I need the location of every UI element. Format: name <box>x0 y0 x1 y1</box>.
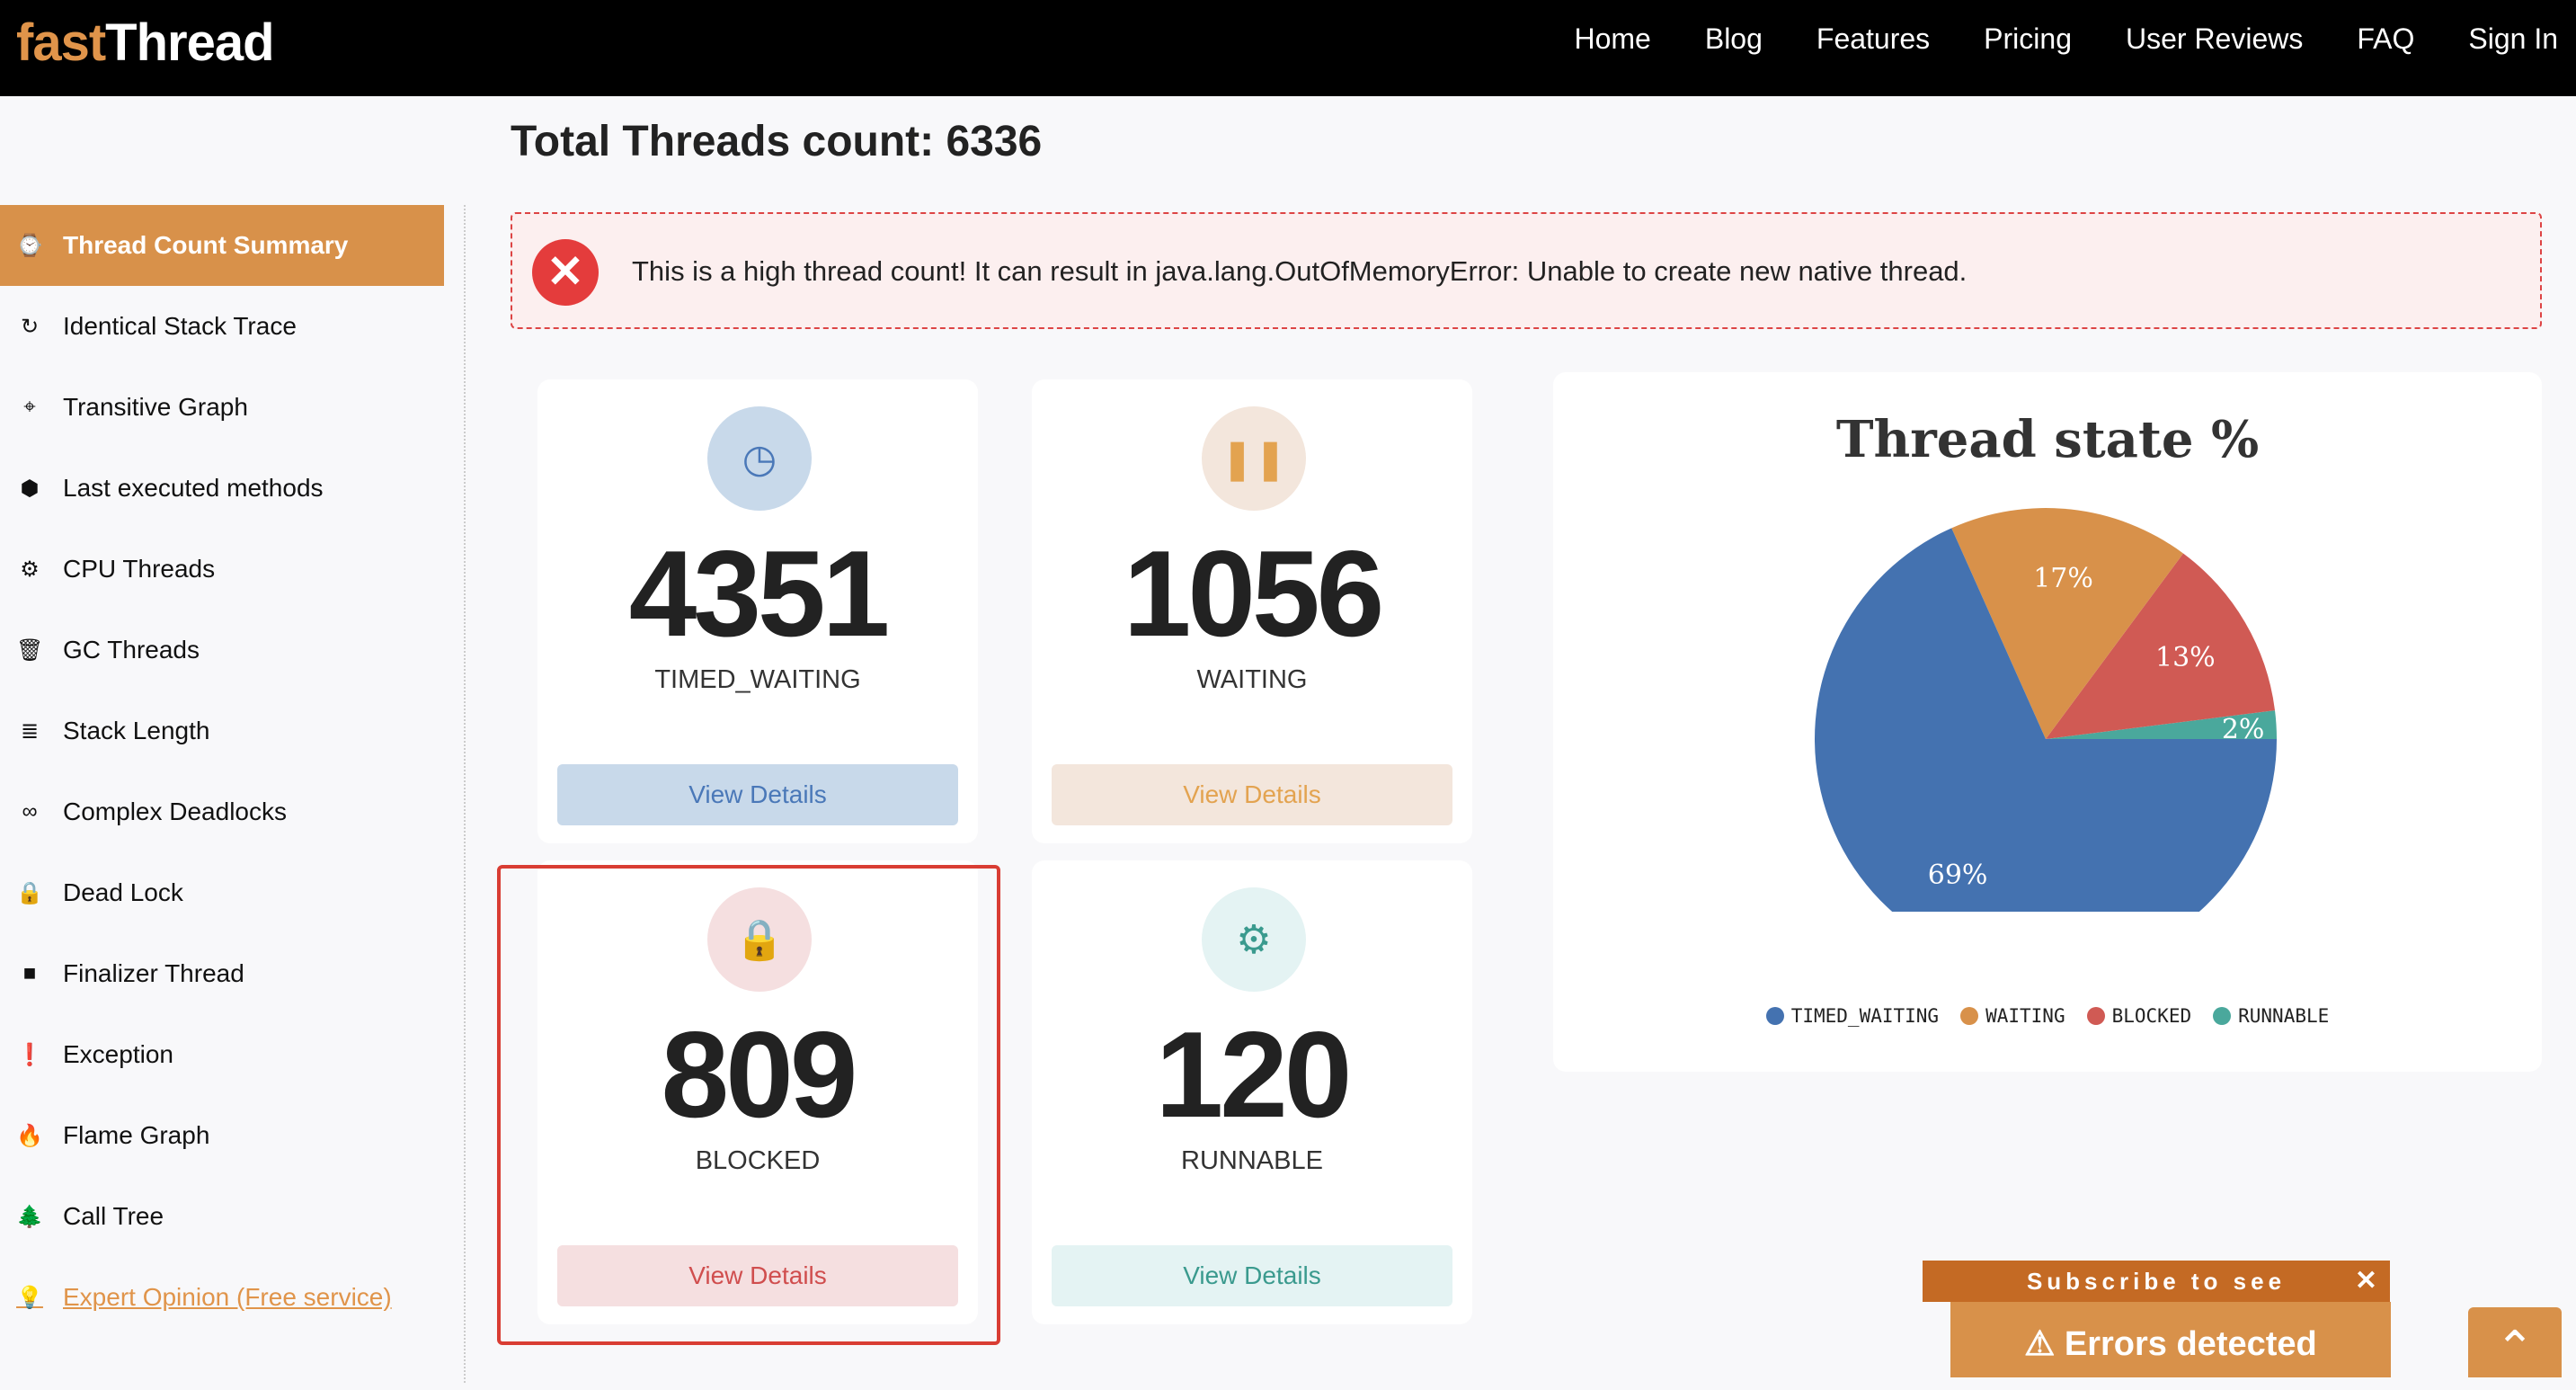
legend-label: BLOCKED <box>2111 1005 2192 1027</box>
sidebar-item-label: Last executed methods <box>63 474 324 502</box>
sort-icon: ≣ <box>20 718 40 744</box>
sidebar-item-exception[interactable]: ❗ Exception <box>0 1014 444 1095</box>
scroll-to-top-button[interactable]: ⌃ <box>2468 1307 2562 1377</box>
thread-count: 1056 <box>1123 525 1385 662</box>
pause-icon: ❚❚ <box>1202 406 1306 511</box>
crosshair-icon: ⌖ <box>23 395 36 419</box>
refresh-icon: ↻ <box>20 314 40 339</box>
sidebar-item-label: Call Tree <box>63 1202 164 1230</box>
nav-features[interactable]: Features <box>1817 22 1930 56</box>
sidebar-item-label: Dead Lock <box>63 878 183 906</box>
error-alert: ✕ This is a high thread count! It can re… <box>511 212 2542 329</box>
sidebar-item-call-tree[interactable]: 🌲 Call Tree <box>0 1176 444 1257</box>
legend-label: TIMED_WAITING <box>1790 1005 1940 1027</box>
main-nav: Home Blog Features Pricing User Reviews … <box>1520 0 2558 77</box>
nav-user-reviews[interactable]: User Reviews <box>2126 22 2303 56</box>
sidebar-item-gc-threads[interactable]: 🗑 GC Threads <box>0 610 444 691</box>
subscribe-banner[interactable]: Subscribe to see ✕ <box>1923 1261 2390 1302</box>
sidebar: ⌚ Thread Count Summary ↻ Identical Stack Tr… <box>0 205 444 1338</box>
sidebar-item-thread-count-summary[interactable]: ⌚ Thread Count Summary <box>0 205 444 286</box>
pie-label-timed_waiting: 69% <box>1928 860 1988 891</box>
sidebar-item-label: Thread Count Summary <box>63 231 349 259</box>
view-details-button[interactable]: View Details <box>557 764 958 825</box>
sidebar-item-finalizer-thread[interactable]: ■ Finalizer Thread <box>0 933 444 1014</box>
sidebar-item-label: CPU Threads <box>63 555 216 583</box>
lightbulb-icon: 💡 <box>16 1285 43 1310</box>
chart-legend: TIMED_WAITING WAITING BLOCKED RUNNABLE <box>1553 1005 2542 1027</box>
sidebar-item-flame-graph[interactable]: 🔥 Flame Graph <box>0 1095 444 1176</box>
thread-state-label: TIMED_WAITING <box>654 665 861 694</box>
view-details-button[interactable]: View Details <box>1052 764 1452 825</box>
sidebar-item-last-executed-methods[interactable]: ⬢ Last executed methods <box>0 448 444 529</box>
view-details-button[interactable]: View Details <box>1052 1245 1452 1306</box>
expert-opinion-label: Expert Opinion (Free service) <box>63 1283 392 1311</box>
pie-label-blocked: 13% <box>2155 642 2216 673</box>
square-icon: ■ <box>22 961 37 985</box>
sidebar-item-label: Flame Graph <box>63 1121 210 1149</box>
card-runnable: ⚙ 120 RUNNABLE View Details <box>1032 860 1472 1324</box>
thread-state-label: WAITING <box>1196 665 1308 694</box>
pie-chart: 2%13%17%69% <box>1815 508 2277 912</box>
cubes-icon: ⬢ <box>20 476 40 501</box>
sidebar-item-stack-length[interactable]: ≣ Stack Length <box>0 691 444 771</box>
fire-icon: 🔥 <box>16 1123 43 1148</box>
card-timed_waiting: ◷ 4351 TIMED_WAITING View Details <box>537 379 978 843</box>
thread-count: 120 <box>1155 1006 1353 1143</box>
sidebar-item-label: Transitive Graph <box>63 393 248 421</box>
sidebar-item-transitive-graph[interactable]: ⌖ Transitive Graph <box>0 367 444 448</box>
sidebar-item-cpu-threads[interactable]: ⚙ CPU Threads <box>0 529 444 610</box>
sidebar-item-complex-deadlocks[interactable]: ∞ Complex Deadlocks <box>0 771 444 852</box>
card-waiting: ❚❚ 1056 WAITING View Details <box>1032 379 1472 843</box>
cogs-icon: ⚙ <box>20 557 40 582</box>
page-title: Total Threads count: 6336 <box>511 118 1043 165</box>
nav-blog[interactable]: Blog <box>1705 22 1763 56</box>
thread-count: 4351 <box>628 525 891 662</box>
blocked-card-highlight <box>497 865 1000 1345</box>
error-x-icon: ✕ <box>532 239 599 306</box>
gear-icon: ⚙ <box>1202 887 1306 992</box>
sidebar-item-label: Stack Length <box>63 717 210 744</box>
sidebar-item-dead-lock[interactable]: 🔒 Dead Lock <box>0 852 444 933</box>
top-navbar: fastThread Home Blog Features Pricing Us… <box>0 0 2576 96</box>
link-icon: ∞ <box>22 799 38 824</box>
tree-icon: 🌲 <box>16 1204 43 1229</box>
legend-label: WAITING <box>1985 1005 2065 1027</box>
legend-label: RUNNABLE <box>2238 1005 2330 1027</box>
sidebar-item-label: Complex Deadlocks <box>63 797 287 825</box>
alert-message: This is a high thread count! It can resu… <box>632 255 1968 287</box>
sidebar-item-identical-stack-trace[interactable]: ↻ Identical Stack Trace <box>0 286 444 367</box>
legend-item-waiting[interactable]: WAITING <box>1960 1005 2065 1027</box>
pie-label-waiting: 17% <box>2033 563 2093 594</box>
legend-dot <box>2086 1007 2105 1025</box>
legend-item-timed_waiting[interactable]: TIMED_WAITING <box>1765 1005 1940 1027</box>
nav-home[interactable]: Home <box>1574 22 1650 56</box>
legend-dot <box>2213 1007 2232 1025</box>
dashboard-icon: ⌚ <box>16 233 43 258</box>
legend-item-blocked[interactable]: BLOCKED <box>2086 1005 2192 1027</box>
close-icon[interactable]: ✕ <box>2355 1261 2377 1302</box>
logo[interactable]: fastThread <box>16 13 275 73</box>
thread-state-label: RUNNABLE <box>1181 1146 1323 1175</box>
subscribe-text: Subscribe to see <box>2026 1268 2287 1295</box>
trash-icon: 🗑 <box>16 637 44 663</box>
legend-dot <box>1960 1007 1979 1025</box>
legend-item-runnable[interactable]: RUNNABLE <box>2213 1005 2329 1027</box>
clock-icon: ◷ <box>707 406 812 511</box>
sidebar-item-label: Exception <box>63 1040 173 1068</box>
legend-dot <box>1765 1007 1784 1025</box>
sidebar-item-label: GC Threads <box>63 636 200 664</box>
errors-detected-button[interactable]: ⚠ Errors detected <box>1950 1302 2391 1377</box>
nav-faq[interactable]: FAQ <box>2357 22 2414 56</box>
thread-state-chart: Thread state % 2% 13% 17% 69% TIMED_WAITING… <box>1553 372 2542 1072</box>
expert-opinion-link[interactable]: 💡 Expert Opinion (Free service) <box>0 1257 444 1338</box>
nav-pricing[interactable]: Pricing <box>1984 22 2072 56</box>
sidebar-divider <box>464 205 466 1383</box>
sidebar-item-label: Identical Stack Trace <box>63 312 297 340</box>
sidebar-item-label: Finalizer Thread <box>63 959 244 987</box>
nav-sign-in[interactable]: Sign In <box>2468 22 2558 56</box>
lock-icon: 🔒 <box>16 880 43 905</box>
exclamation-icon: ❗ <box>16 1042 43 1067</box>
